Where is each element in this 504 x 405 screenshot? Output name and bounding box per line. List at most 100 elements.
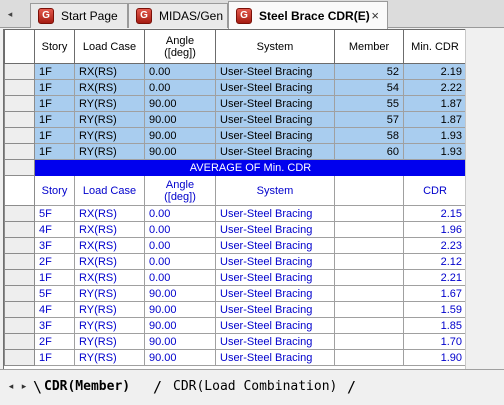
average-row[interactable]: 2F RX(RS) 0.00 User-Steel Bracing 2.12 xyxy=(4,253,465,270)
cell-system[interactable]: User-Steel Bracing xyxy=(215,301,335,318)
cell-angle[interactable]: 0.00 xyxy=(144,253,216,270)
cell-system[interactable]: User-Steel Bracing xyxy=(215,253,335,270)
average-row[interactable]: 5F RX(RS) 0.00 User-Steel Bracing 2.15 xyxy=(4,205,465,222)
cell-story[interactable]: 5F xyxy=(34,205,75,222)
cell-member[interactable] xyxy=(334,237,404,254)
avg-header-angle[interactable]: Angle ([deg]) xyxy=(144,175,216,206)
avg-header-system[interactable]: System xyxy=(215,175,335,206)
average-row[interactable]: 3F RX(RS) 0.00 User-Steel Bracing 2.23 xyxy=(4,237,465,254)
cell-system[interactable]: User-Steel Bracing xyxy=(215,333,335,350)
cell-angle[interactable]: 0.00 xyxy=(144,63,216,80)
cell-member[interactable]: 60 xyxy=(334,143,404,160)
sheet-prev-icon[interactable]: ◂ xyxy=(6,379,16,393)
cell-cdr[interactable]: 2.21 xyxy=(403,269,465,286)
cell-system[interactable]: User-Steel Bracing xyxy=(215,95,335,112)
cell-load-case[interactable]: RX(RS) xyxy=(74,205,145,222)
average-row[interactable]: 3F RY(RS) 90.00 User-Steel Bracing 1.85 xyxy=(4,317,465,334)
member-row[interactable]: 1F RY(RS) 90.00 User-Steel Bracing 57 1.87 xyxy=(4,111,465,128)
cell-cdr[interactable]: 2.15 xyxy=(403,205,465,222)
cell-story[interactable]: 4F xyxy=(34,301,75,318)
header-member[interactable]: Member xyxy=(334,29,404,64)
header-angle[interactable]: Angle ([deg]) xyxy=(144,29,216,64)
cell-member[interactable] xyxy=(334,221,404,238)
cell-cdr[interactable]: 1.85 xyxy=(403,317,465,334)
cell-story[interactable]: 1F xyxy=(34,111,75,128)
cell-system[interactable]: User-Steel Bracing xyxy=(215,127,335,144)
row-header[interactable] xyxy=(4,111,35,128)
cell-member[interactable] xyxy=(334,285,404,302)
cell-load-case[interactable]: RY(RS) xyxy=(74,301,145,318)
sheet-tab-cdr-load-combination[interactable]: CDR(Load Combination) xyxy=(173,378,337,396)
row-header[interactable] xyxy=(4,349,35,366)
cell-story[interactable]: 1F xyxy=(34,95,75,112)
cell-min-cdr[interactable]: 1.93 xyxy=(403,127,465,144)
cell-load-case[interactable]: RX(RS) xyxy=(74,63,145,80)
close-tab-icon[interactable]: × xyxy=(371,8,379,23)
cell-load-case[interactable]: RY(RS) xyxy=(74,95,145,112)
cell-story[interactable]: 1F xyxy=(34,143,75,160)
cell-angle[interactable]: 90.00 xyxy=(144,317,216,334)
cell-story[interactable]: 5F xyxy=(34,285,75,302)
row-header[interactable] xyxy=(4,237,35,254)
row-header[interactable] xyxy=(4,253,35,270)
cell-system[interactable]: User-Steel Bracing xyxy=(215,269,335,286)
row-header[interactable] xyxy=(4,333,35,350)
cell-load-case[interactable]: RY(RS) xyxy=(74,143,145,160)
cell-member[interactable] xyxy=(334,317,404,334)
average-row[interactable]: 4F RX(RS) 0.00 User-Steel Bracing 1.96 xyxy=(4,221,465,238)
sheet-tab-cdr-member[interactable]: CDR(Member) xyxy=(44,378,130,396)
cell-system[interactable]: User-Steel Bracing xyxy=(215,205,335,222)
cell-angle[interactable]: 0.00 xyxy=(144,221,216,238)
average-row[interactable]: 5F RY(RS) 90.00 User-Steel Bracing 1.67 xyxy=(4,285,465,302)
cell-story[interactable]: 1F xyxy=(34,63,75,80)
tab-start-page[interactable]: G Start Page xyxy=(30,3,128,28)
header-load-case[interactable]: Load Case xyxy=(74,29,145,64)
cell-load-case[interactable]: RY(RS) xyxy=(74,285,145,302)
cell-cdr[interactable]: 1.59 xyxy=(403,301,465,318)
cell-member[interactable] xyxy=(334,269,404,286)
cell-member[interactable] xyxy=(334,301,404,318)
member-row[interactable]: 1F RX(RS) 0.00 User-Steel Bracing 52 2.19 xyxy=(4,63,465,80)
average-row[interactable]: 4F RY(RS) 90.00 User-Steel Bracing 1.59 xyxy=(4,301,465,318)
row-header[interactable] xyxy=(4,205,35,222)
cell-angle[interactable]: 0.00 xyxy=(144,269,216,286)
cell-angle[interactable]: 90.00 xyxy=(144,349,216,366)
cell-member[interactable] xyxy=(334,253,404,270)
average-row[interactable]: 2F RY(RS) 90.00 User-Steel Bracing 1.70 xyxy=(4,333,465,350)
cell-angle[interactable]: 0.00 xyxy=(144,237,216,254)
tab-scroll-left-icon[interactable]: ◂ xyxy=(3,6,17,22)
avg-header-story[interactable]: Story xyxy=(34,175,75,206)
cell-min-cdr[interactable]: 1.93 xyxy=(403,143,465,160)
cell-load-case[interactable]: RY(RS) xyxy=(74,127,145,144)
row-header[interactable] xyxy=(4,95,35,112)
cell-angle[interactable]: 90.00 xyxy=(144,95,216,112)
row-header[interactable] xyxy=(4,221,35,238)
row-header[interactable] xyxy=(4,301,35,318)
row-header[interactable] xyxy=(4,175,35,206)
cell-story[interactable]: 2F xyxy=(34,333,75,350)
cell-system[interactable]: User-Steel Bracing xyxy=(215,111,335,128)
cell-system[interactable]: User-Steel Bracing xyxy=(215,221,335,238)
cell-load-case[interactable]: RX(RS) xyxy=(74,253,145,270)
sheet-next-icon[interactable]: ▸ xyxy=(19,379,29,393)
cell-load-case[interactable]: RX(RS) xyxy=(74,269,145,286)
cell-story[interactable]: 3F xyxy=(34,317,75,334)
header-system[interactable]: System xyxy=(215,29,335,64)
avg-header-cdr[interactable]: CDR xyxy=(403,175,465,206)
cell-angle[interactable]: 90.00 xyxy=(144,143,216,160)
cell-angle[interactable]: 90.00 xyxy=(144,333,216,350)
member-row[interactable]: 1F RY(RS) 90.00 User-Steel Bracing 60 1.93 xyxy=(4,143,465,160)
cell-system[interactable]: User-Steel Bracing xyxy=(215,285,335,302)
header-story[interactable]: Story xyxy=(34,29,75,64)
cell-min-cdr[interactable]: 1.87 xyxy=(403,111,465,128)
cell-angle[interactable]: 90.00 xyxy=(144,285,216,302)
row-header[interactable] xyxy=(4,285,35,302)
cell-load-case[interactable]: RY(RS) xyxy=(74,333,145,350)
cell-member[interactable] xyxy=(334,349,404,366)
cell-min-cdr[interactable]: 2.22 xyxy=(403,79,465,96)
cell-story[interactable]: 2F xyxy=(34,253,75,270)
cell-story[interactable]: 1F xyxy=(34,349,75,366)
cell-min-cdr[interactable]: 2.19 xyxy=(403,63,465,80)
cell-load-case[interactable]: RY(RS) xyxy=(74,349,145,366)
cell-story[interactable]: 1F xyxy=(34,269,75,286)
